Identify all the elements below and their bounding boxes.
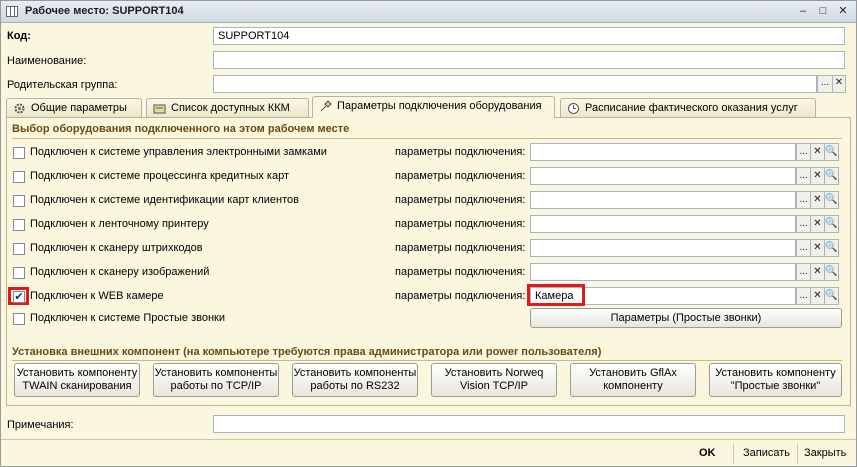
param-label: параметры подключения: <box>395 242 526 254</box>
checkbox-web-camera[interactable]: ✔ <box>13 291 25 303</box>
components-section-divider <box>12 360 842 361</box>
register-icon <box>153 104 166 114</box>
row-label-barcode-scanner: Подключен к сканеру штрихкодов <box>30 242 203 254</box>
param-field-credit-cards[interactable] <box>530 167 796 185</box>
param-label: параметры подключения: <box>395 194 526 206</box>
checkbox-client-cards[interactable] <box>13 195 25 207</box>
clear-button[interactable]: ✕ <box>810 167 825 185</box>
row-label-web-camera: Подключен к WEB камере <box>30 290 164 302</box>
search-icon[interactable]: 🔍 <box>824 263 839 281</box>
simple-calls-params-button[interactable]: Параметры (Простые звонки) <box>530 308 842 328</box>
tab-kkm-list[interactable]: Список доступных ККМ <box>146 98 309 117</box>
row-label-credit-cards: Подключен к системе процессинга кредитны… <box>30 170 290 182</box>
equipment-section-title: Выбор оборудования подключенного на этом… <box>12 123 350 135</box>
close-button[interactable]: Закрыть <box>804 447 846 459</box>
components-section-title: Установка внешних компонент (на компьюте… <box>12 346 602 358</box>
notes-field[interactable] <box>213 415 845 433</box>
workplace-window: Рабочее место: SUPPORT104 – □ ✕ Код: SUP… <box>0 0 857 467</box>
install-rs232-button[interactable]: Установить компоненты работы по RS232 <box>292 363 418 397</box>
row-label-image-scanner: Подключен к сканеру изображений <box>30 266 210 278</box>
minimize-button[interactable]: – <box>796 5 810 19</box>
tab-service-schedule[interactable]: Расписание фактического оказания услуг <box>560 98 816 117</box>
param-label: параметры подключения: <box>395 266 526 278</box>
row-label-client-cards: Подключен к системе идентификации карт к… <box>30 194 299 206</box>
param-field-electronic-locks[interactable] <box>530 143 796 161</box>
param-field-tape-printer[interactable] <box>530 215 796 233</box>
row-label-electronic-locks: Подключен к системе управления электронн… <box>30 146 327 158</box>
tab-kkm-list-label: Список доступных ККМ <box>171 102 290 114</box>
search-icon[interactable]: 🔍 <box>824 215 839 233</box>
checkbox-barcode-scanner[interactable] <box>13 243 25 255</box>
search-icon[interactable]: 🔍 <box>824 287 839 305</box>
connection-icon <box>320 100 332 112</box>
gear-icon <box>14 103 25 114</box>
tab-general[interactable]: Общие параметры <box>6 98 142 117</box>
select-button[interactable]: ... <box>796 215 811 233</box>
parent-group-clear-button[interactable]: ✕ <box>832 75 846 93</box>
row-label-simple-calls: Подключен к системе Простые звонки <box>30 312 225 324</box>
search-icon[interactable]: 🔍 <box>824 143 839 161</box>
param-label: параметры подключения: <box>395 146 526 158</box>
save-button[interactable]: Записать <box>743 447 790 459</box>
tab-bar: Общие параметры Список доступных ККМ Пар… <box>6 96 851 118</box>
install-gflax-button[interactable]: Установить GflAx компоненту <box>570 363 696 397</box>
clock-icon <box>568 103 579 114</box>
clear-button[interactable]: ✕ <box>810 239 825 257</box>
checkbox-simple-calls[interactable] <box>13 313 25 325</box>
install-norweq-button[interactable]: Установить Norweq Vision TCP/IP компонен… <box>431 363 557 397</box>
code-label: Код: <box>7 30 31 42</box>
window-title: Рабочее место: SUPPORT104 <box>25 5 184 17</box>
notes-label: Примечания: <box>7 419 74 431</box>
install-simple-calls-button[interactable]: Установить компоненту "Простые звонки" <box>709 363 842 397</box>
select-button[interactable]: ... <box>796 263 811 281</box>
checkbox-tape-printer[interactable] <box>13 219 25 231</box>
tab-general-label: Общие параметры <box>31 102 127 114</box>
clear-button[interactable]: ✕ <box>810 215 825 233</box>
title-bar[interactable]: Рабочее место: SUPPORT104 – □ ✕ <box>1 1 856 23</box>
equipment-section-divider <box>12 138 842 139</box>
search-icon[interactable]: 🔍 <box>824 167 839 185</box>
select-button[interactable]: ... <box>796 143 811 161</box>
clear-button[interactable]: ✕ <box>810 263 825 281</box>
form-icon <box>6 6 18 17</box>
checkbox-electronic-locks[interactable] <box>13 147 25 159</box>
parent-group-label: Родительская группа: <box>7 79 118 91</box>
param-label: параметры подключения: <box>395 218 526 230</box>
select-button[interactable]: ... <box>796 191 811 209</box>
param-label: параметры подключения: <box>395 170 526 182</box>
select-button[interactable]: ... <box>796 239 811 257</box>
footer-separator <box>733 444 734 464</box>
clear-button[interactable]: ✕ <box>810 191 825 209</box>
restore-button[interactable]: □ <box>816 5 830 19</box>
field-highlight <box>527 284 585 306</box>
install-twain-button[interactable]: Установить компоненту TWAIN сканирования <box>14 363 140 397</box>
footer-bar <box>1 439 856 467</box>
param-field-client-cards[interactable] <box>530 191 796 209</box>
tab-equipment-connection-label: Параметры подключения оборудования <box>337 100 542 112</box>
param-field-image-scanner[interactable] <box>530 263 796 281</box>
param-field-barcode-scanner[interactable] <box>530 239 796 257</box>
code-field[interactable]: SUPPORT104 <box>213 27 845 45</box>
name-label: Наименование: <box>7 55 87 67</box>
tab-service-schedule-label: Расписание фактического оказания услуг <box>585 102 798 114</box>
install-tcpip-button[interactable]: Установить компоненты работы по TCP/IP <box>153 363 279 397</box>
footer-separator <box>797 444 798 464</box>
parent-group-field[interactable] <box>213 75 817 93</box>
search-icon[interactable]: 🔍 <box>824 239 839 257</box>
clear-button[interactable]: ✕ <box>810 287 825 305</box>
close-window-button[interactable]: ✕ <box>836 5 850 19</box>
ok-button[interactable]: OK <box>699 447 716 459</box>
row-label-tape-printer: Подключен к ленточному принтеру <box>30 218 209 230</box>
select-button[interactable]: ... <box>796 167 811 185</box>
select-button[interactable]: ... <box>796 287 811 305</box>
tab-equipment-connection[interactable]: Параметры подключения оборудования <box>312 96 555 118</box>
param-label: параметры подключения: <box>395 290 526 302</box>
parent-group-select-button[interactable]: ... <box>817 75 833 93</box>
checkbox-image-scanner[interactable] <box>13 267 25 279</box>
search-icon[interactable]: 🔍 <box>824 191 839 209</box>
checkbox-credit-cards[interactable] <box>13 171 25 183</box>
clear-button[interactable]: ✕ <box>810 143 825 161</box>
name-field[interactable] <box>213 51 845 69</box>
